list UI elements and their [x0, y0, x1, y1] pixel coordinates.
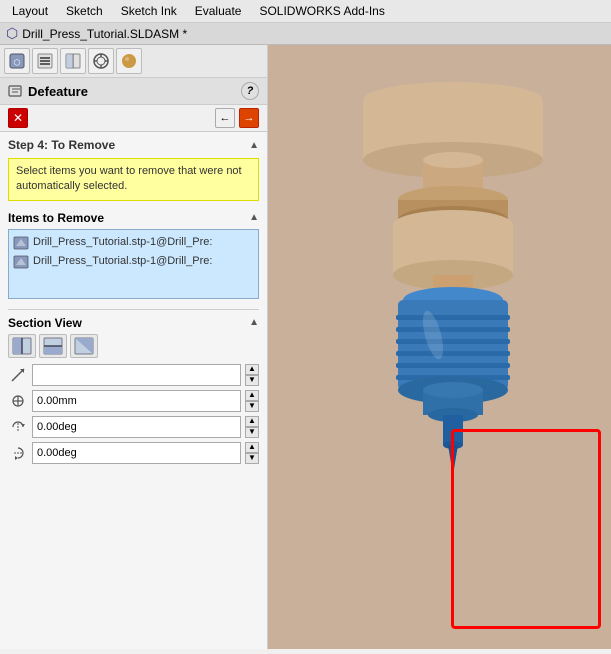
part-icon-1 [13, 235, 29, 251]
list-item-text-2: Drill_Press_Tutorial.stp-1@Drill_Pre: [33, 253, 212, 271]
menu-bar: Layout Sketch Sketch Ink Evaluate SOLIDW… [0, 0, 611, 23]
menu-evaluate[interactable]: Evaluate [187, 2, 250, 20]
part-icon-2 [13, 254, 29, 270]
view-section-btn[interactable] [60, 48, 86, 74]
assembly-icon: ⬡ [6, 25, 18, 42]
items-collapse-btn[interactable]: ▲ [249, 212, 259, 223]
input-row-yrot: ▲ ▼ [8, 442, 259, 464]
sv-button-3[interactable] [70, 334, 98, 358]
left-panel: ⬡ Defeature [0, 45, 268, 649]
yrot-down-btn[interactable]: ▼ [245, 453, 259, 464]
items-list-box[interactable]: Drill_Press_Tutorial.stp-1@Drill_Pre: Dr… [8, 229, 259, 299]
panel-controls: ? [241, 82, 259, 100]
sv-button-1[interactable] [8, 334, 36, 358]
menu-sketch[interactable]: Sketch [58, 2, 111, 20]
xrot-icon [8, 417, 28, 437]
items-section-label: Items to Remove [8, 211, 104, 225]
direction-down-btn[interactable]: ▼ [245, 375, 259, 386]
toolbar-row: ⬡ [0, 45, 267, 78]
selection-outline-box [451, 429, 601, 629]
input-row-arrow: ▲ ▼ [8, 364, 259, 386]
back-button[interactable]: ← [215, 108, 235, 128]
section-view-area: Section View ▲ [8, 316, 259, 464]
xrot-spinner: ▲ ▼ [245, 416, 259, 438]
doc-title: Drill_Press_Tutorial.SLDASM * [22, 27, 187, 41]
step-collapse-btn[interactable]: ▲ [249, 140, 259, 151]
panel-header: Defeature ? [0, 78, 267, 105]
yrot-input[interactable] [32, 442, 241, 464]
section-view-collapse-btn[interactable]: ▲ [249, 317, 259, 328]
list-item: Drill_Press_Tutorial.stp-1@Drill_Pre: [13, 253, 254, 271]
items-section-header: Items to Remove ▲ [8, 211, 259, 225]
list-item-text-1: Drill_Press_Tutorial.stp-1@Drill_Pre: [33, 234, 212, 252]
help-button[interactable]: ? [241, 82, 259, 100]
step-header: Step 4: To Remove ▲ [8, 138, 259, 152]
xrot-down-btn[interactable]: ▼ [245, 427, 259, 438]
input-row-offset: ▲ ▼ [8, 390, 259, 412]
display-style-btn[interactable] [116, 48, 142, 74]
yrot-up-btn[interactable]: ▲ [245, 442, 259, 453]
menu-layout[interactable]: Layout [4, 2, 56, 20]
view-orientation-btn[interactable]: ⬡ [4, 48, 30, 74]
direction-input[interactable] [32, 364, 241, 386]
xrot-input[interactable] [32, 416, 241, 438]
panel-title-text: Defeature [28, 84, 88, 99]
offset-spinner: ▲ ▼ [245, 390, 259, 412]
panel-content: Step 4: To Remove ▲ Select items you wan… [0, 132, 267, 649]
warning-box: Select items you want to remove that wer… [8, 158, 259, 201]
next-button[interactable]: → [239, 108, 259, 128]
arrow-icon [8, 365, 28, 385]
offset-input[interactable] [32, 390, 241, 412]
defeature-icon [8, 84, 24, 98]
section-view-label: Section View [8, 316, 82, 330]
direction-spinner: ▲ ▼ [245, 364, 259, 386]
offset-up-btn[interactable]: ▲ [245, 390, 259, 401]
direction-up-btn[interactable]: ▲ [245, 364, 259, 375]
doc-title-bar: ⬡ Drill_Press_Tutorial.SLDASM * [0, 23, 611, 45]
svg-text:⬡: ⬡ [14, 58, 21, 67]
offset-icon [8, 391, 28, 411]
input-row-xrot: ▲ ▼ [8, 416, 259, 438]
yrot-spinner: ▲ ▼ [245, 442, 259, 464]
list-item: Drill_Press_Tutorial.stp-1@Drill_Pre: [13, 234, 254, 252]
sv-toolbar [8, 334, 259, 358]
sv-button-2[interactable] [39, 334, 67, 358]
main-area: ⬡ Defeature [0, 45, 611, 649]
close-button[interactable]: ✕ [8, 108, 28, 128]
menu-addins[interactable]: SOLIDWORKS Add-Ins [251, 2, 392, 20]
panel-title: Defeature [8, 84, 88, 99]
view-lines-btn[interactable] [32, 48, 58, 74]
step-label: Step 4: To Remove [8, 138, 115, 152]
right-panel: ▶ Drill_Press_Tutorial (Defa... [268, 45, 611, 649]
target-btn[interactable] [88, 48, 114, 74]
offset-down-btn[interactable]: ▼ [245, 401, 259, 412]
section-divider [8, 309, 259, 310]
menu-sketch-ink[interactable]: Sketch Ink [113, 2, 185, 20]
xrot-up-btn[interactable]: ▲ [245, 416, 259, 427]
section-view-header: Section View ▲ [8, 316, 259, 330]
yrot-icon [8, 443, 28, 463]
